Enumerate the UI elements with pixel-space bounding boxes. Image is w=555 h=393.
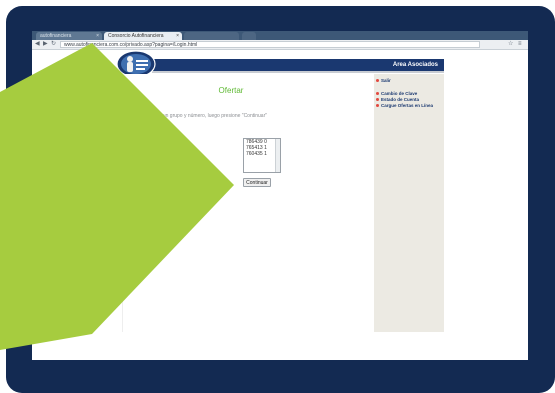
tab-bar: autofinanciera × Consorcio Autofinancier… bbox=[32, 31, 528, 40]
bullet-icon bbox=[376, 92, 379, 96]
continue-button[interactable]: Continuar bbox=[243, 178, 271, 187]
wrench-icon[interactable]: ≡ bbox=[518, 41, 522, 48]
sidebar-item-cambio-clave[interactable]: Cambio de Clave bbox=[376, 91, 417, 96]
bullet-icon bbox=[376, 79, 379, 83]
instruction-text: Seleccione un grupo y número, luego pres… bbox=[137, 113, 268, 119]
sidebar-item-estado-cuenta[interactable]: Estado de Cuenta bbox=[376, 97, 419, 102]
sidebar-item-label: Cambio de Clave bbox=[381, 91, 418, 96]
bullet-icon bbox=[376, 98, 379, 102]
group-number-listbox[interactable]: 786439 0 765413 1 760435 1 bbox=[243, 138, 281, 173]
sidebar-item-cargue-ofertas[interactable]: Cargue Ofertas en Línea bbox=[376, 103, 433, 108]
new-tab-button[interactable] bbox=[242, 32, 256, 40]
back-icon[interactable]: ◀ bbox=[35, 41, 40, 48]
site-content: Area Asociados Ofertar Seleccione un gru… bbox=[116, 50, 444, 342]
sidebar-item-label: Estado de Cuenta bbox=[381, 97, 420, 102]
main-content: Ofertar Seleccione un grupo y número, lu… bbox=[122, 74, 339, 332]
tab-label: Consorcio Autofinanciera bbox=[108, 33, 164, 39]
reload-icon[interactable]: ↻ bbox=[51, 41, 56, 48]
browser-window: autofinanciera × Consorcio Autofinancier… bbox=[32, 31, 528, 360]
site-header: Area Asociados bbox=[152, 59, 444, 73]
tab-placeholder[interactable] bbox=[184, 32, 239, 40]
address-bar: ◀ ▶ ↻ www.autofinanciera.com.co/privado.… bbox=[32, 40, 528, 50]
url-field[interactable]: www.autofinanciera.com.co/privado.asp?pa… bbox=[60, 41, 480, 48]
tab-consorcio[interactable]: Consorcio Autofinanciera × bbox=[104, 32, 182, 40]
group-number-label: Grupo - Número bbox=[151, 145, 188, 151]
tab-autofinanciera[interactable]: autofinanciera × bbox=[36, 32, 102, 40]
close-icon[interactable]: × bbox=[176, 32, 179, 40]
bullet-icon bbox=[376, 104, 379, 108]
sidebar-item-label: Salir bbox=[381, 78, 391, 83]
header-title: Area Asociados bbox=[392, 62, 438, 68]
star-icon[interactable]: ☆ bbox=[508, 41, 513, 48]
listbox-scrollbar[interactable] bbox=[275, 139, 280, 172]
sidebar-item-salir[interactable]: Salir bbox=[376, 78, 391, 83]
page-title: Ofertar bbox=[218, 86, 244, 95]
sidebar-item-label: Cargue Ofertas en Línea bbox=[381, 103, 434, 108]
forward-icon[interactable]: ▶ bbox=[43, 41, 48, 48]
sidebar: Salir Cambio de Clave Estado de Cuenta C… bbox=[374, 74, 444, 332]
close-icon[interactable]: × bbox=[96, 32, 99, 40]
tab-label: autofinanciera bbox=[40, 33, 72, 39]
